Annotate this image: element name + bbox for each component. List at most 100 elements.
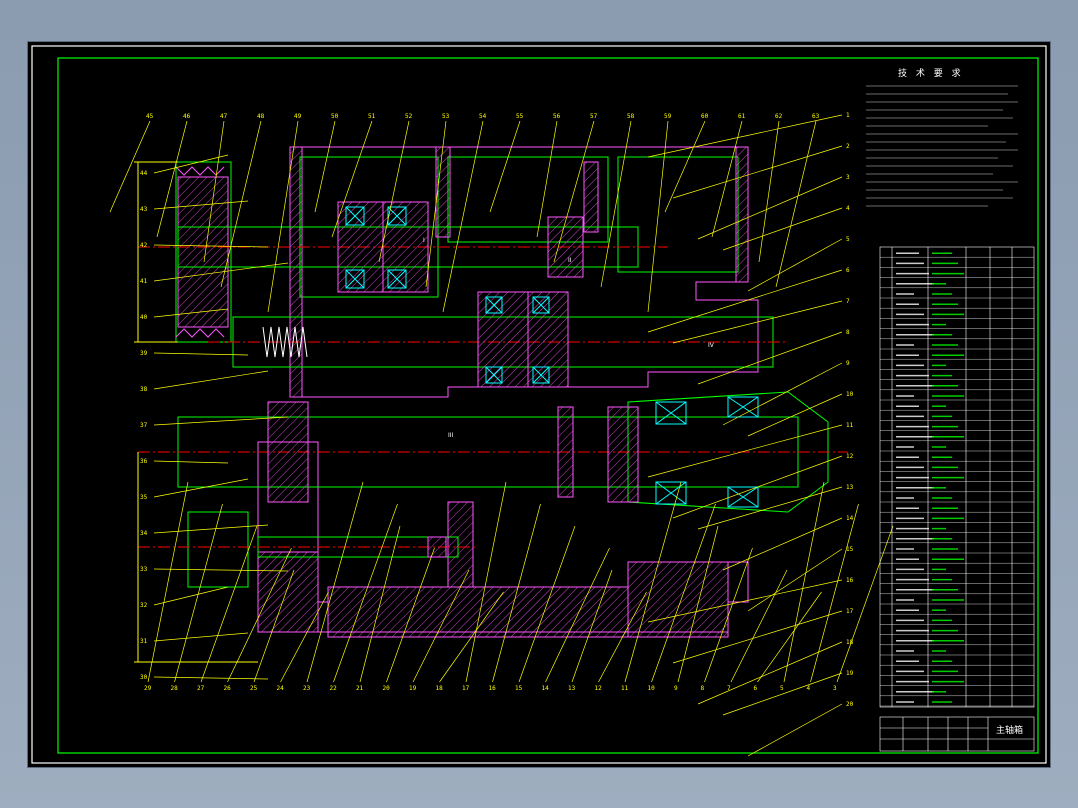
callout-number: 17 (846, 608, 854, 615)
callout-number: 18 (846, 639, 854, 646)
callout-number: 54 (479, 113, 487, 120)
callout-number: 38 (140, 386, 148, 393)
callout-number: 6 (754, 685, 758, 692)
callout-number: 55 (516, 113, 524, 120)
callout-number: 26 (224, 685, 232, 692)
callout-number: 9 (674, 685, 678, 692)
callout-number: 21 (356, 685, 364, 692)
callout-number: 33 (140, 566, 148, 573)
callout-leader (200, 525, 258, 683)
callout-number: 22 (330, 685, 338, 692)
callout-leader (109, 120, 151, 213)
callout-number: 13 (568, 685, 576, 692)
callout-number: 25 (250, 685, 258, 692)
callout-leader (153, 370, 269, 390)
callout-number: 10 (648, 685, 656, 692)
callout-leader (747, 548, 843, 612)
callout-leader (153, 676, 269, 680)
callout-number: 18 (436, 685, 444, 692)
callout-number: 4 (846, 205, 850, 212)
notes-title: 技 术 要 求 (898, 67, 964, 79)
callout-leader (600, 120, 632, 288)
callout-number: 5 (846, 236, 850, 243)
callout-number: 53 (442, 113, 450, 120)
callouts-right: 1234567891011121314151617181920 (647, 112, 854, 757)
callout-number: 14 (542, 685, 550, 692)
callout-number: 56 (553, 113, 561, 120)
callout-leader (697, 641, 843, 705)
callout-leader (314, 120, 336, 213)
callout-number: 48 (257, 113, 265, 120)
callout-leader (810, 503, 859, 683)
technical-notes: 技 术 要 求 (866, 67, 1018, 207)
callout-number: 8 (846, 329, 850, 336)
callout-number: 30 (140, 674, 148, 681)
callout-number: 47 (220, 113, 228, 120)
callout-number: 42 (140, 242, 148, 249)
callout-number: 46 (183, 113, 191, 120)
callout-number: 20 (383, 685, 391, 692)
callout-number: 41 (140, 278, 148, 285)
callout-number: 45 (146, 113, 154, 120)
callout-number: 9 (846, 360, 850, 367)
shaft-label-3: III (448, 432, 454, 439)
callout-number: 11 (846, 422, 854, 429)
title-block: 主轴箱 (879, 716, 1035, 752)
callout-number: 63 (812, 113, 820, 120)
callout-number: 16 (489, 685, 497, 692)
callout-leader (153, 478, 249, 498)
callout-number: 19 (846, 670, 854, 677)
callout-number: 12 (846, 453, 854, 460)
callout-leader (757, 591, 822, 683)
callout-leader (722, 672, 843, 716)
callout-number: 17 (462, 685, 470, 692)
callout-number: 57 (590, 113, 598, 120)
callout-number: 6 (846, 267, 850, 274)
callout-leader (153, 632, 249, 642)
drawing-outer-border (31, 45, 1047, 764)
cad-viewport[interactable]: I II III IV 45 46 47 48 49 50 51 52 53 54 55 56 57 58… (27, 41, 1051, 768)
callout-number: 3 (833, 685, 837, 692)
callout-number: 34 (140, 530, 148, 537)
callout-number: 31 (140, 638, 148, 645)
callout-number: 60 (701, 113, 709, 120)
callout-number: 1 (846, 112, 850, 119)
callout-number: 39 (140, 350, 148, 357)
title-block-name: 主轴箱 (996, 724, 1023, 736)
shaft-label-2: II (568, 257, 572, 264)
callout-number: 14 (846, 515, 854, 522)
cad-drawing: I II III IV 45 46 47 48 49 50 51 52 53 54 55 56 57 58… (31, 45, 1047, 764)
callout-number: 24 (277, 685, 285, 692)
callout-number: 3 (846, 174, 850, 181)
callout-number: 23 (303, 685, 311, 692)
callout-number: 19 (409, 685, 417, 692)
callout-number: 20 (846, 701, 854, 708)
callout-number: 50 (331, 113, 339, 120)
callout-leader (174, 503, 223, 683)
callout-number: 15 (515, 685, 523, 692)
callout-number: 7 (727, 685, 731, 692)
callout-number: 52 (405, 113, 413, 120)
callout-leader (664, 120, 706, 213)
callout-leader (722, 517, 843, 571)
callout-number: 51 (368, 113, 376, 120)
callout-number: 4 (807, 685, 811, 692)
assembly-section (134, 146, 848, 663)
callout-number: 61 (738, 113, 746, 120)
callout-number: 13 (846, 484, 854, 491)
callout-leader (489, 120, 521, 213)
callout-number: 35 (140, 494, 148, 501)
callout-number: 58 (627, 113, 635, 120)
callout-leader (672, 145, 843, 199)
parts-list (879, 246, 1035, 708)
callout-leader (647, 120, 669, 313)
callout-leader (153, 460, 229, 464)
callout-number: 8 (701, 685, 705, 692)
callout-number: 62 (775, 113, 783, 120)
callout-number: 5 (780, 685, 784, 692)
callout-number: 27 (197, 685, 205, 692)
callout-number: 37 (140, 422, 148, 429)
callout-number: 49 (294, 113, 302, 120)
callout-number: 12 (595, 685, 603, 692)
shaft-label-1: I (423, 237, 425, 244)
